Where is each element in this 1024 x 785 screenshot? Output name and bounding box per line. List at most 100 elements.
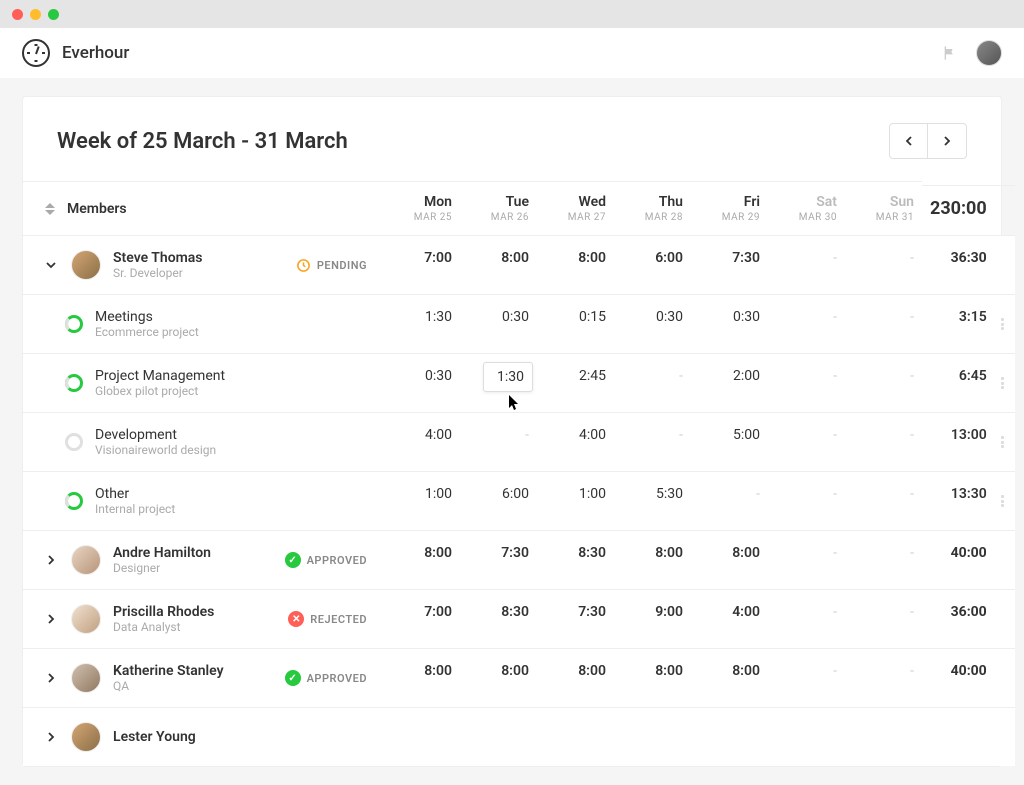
next-week-button[interactable] (928, 124, 966, 158)
time-cell[interactable]: 0:30 (460, 294, 537, 353)
time-cell[interactable]: - (768, 589, 845, 648)
task-row[interactable]: Project ManagementGlobex pilot project (23, 353, 383, 412)
time-cell[interactable]: - (768, 648, 845, 707)
collapse-icon[interactable] (43, 257, 59, 273)
time-cell[interactable]: 8:00 (614, 530, 691, 589)
time-cell[interactable]: 6:00 (614, 235, 691, 294)
time-cell[interactable] (845, 707, 922, 766)
time-cell[interactable]: - (460, 412, 537, 471)
expand-icon[interactable] (43, 611, 59, 627)
time-cell[interactable]: 8:00 (537, 235, 614, 294)
task-row[interactable]: OtherInternal project (23, 471, 383, 530)
time-cell[interactable]: - (845, 471, 922, 530)
window-close-icon[interactable] (12, 9, 23, 20)
time-cell[interactable] (460, 707, 537, 766)
time-cell[interactable]: 4:00 (537, 412, 614, 471)
sort-icon[interactable] (45, 202, 57, 216)
time-cell[interactable]: 0:30 (691, 294, 768, 353)
time-cell[interactable] (383, 707, 460, 766)
member-name: Steve Thomas (113, 250, 203, 266)
time-cell[interactable]: 4:00 (691, 589, 768, 648)
time-cell[interactable]: 5:00 (691, 412, 768, 471)
time-cell[interactable]: 4:00 (383, 412, 460, 471)
time-cell[interactable]: - (845, 530, 922, 589)
time-cell[interactable]: 2:00 (691, 353, 768, 412)
time-cell[interactable] (537, 707, 614, 766)
time-cell[interactable]: 7:30 (537, 589, 614, 648)
window-maximize-icon[interactable] (48, 9, 59, 20)
time-cell[interactable]: 5:30 (614, 471, 691, 530)
time-cell[interactable]: - (768, 353, 845, 412)
task-project: Internal project (95, 502, 175, 516)
time-cell[interactable]: - (768, 412, 845, 471)
time-cell[interactable]: 8:00 (614, 648, 691, 707)
time-cell[interactable]: 0:30 (614, 294, 691, 353)
time-cell[interactable]: 8:00 (383, 530, 460, 589)
time-cell[interactable]: 1:30 (383, 294, 460, 353)
time-cell[interactable]: - (845, 353, 922, 412)
time-cell[interactable] (768, 707, 845, 766)
time-cell[interactable]: 8:00 (460, 648, 537, 707)
time-cell[interactable]: 7:30 (691, 235, 768, 294)
time-cell[interactable]: 1:00 (537, 471, 614, 530)
time-cell[interactable]: - (691, 471, 768, 530)
time-cell[interactable]: 9:00 (614, 589, 691, 648)
time-cell[interactable]: - (614, 412, 691, 471)
time-input[interactable]: 1:30 (483, 362, 533, 392)
member-row[interactable]: Andre HamiltonDesigner✓APPROVED (23, 530, 383, 589)
time-cell[interactable]: - (845, 412, 922, 471)
time-cell[interactable]: 1:30 (460, 353, 537, 412)
time-cell[interactable]: - (845, 235, 922, 294)
drag-handle-icon[interactable] (1001, 318, 1005, 330)
time-cell[interactable]: 8:00 (537, 648, 614, 707)
member-name: Priscilla Rhodes (113, 604, 214, 620)
member-row[interactable]: Katherine StanleyQA✓APPROVED (23, 648, 383, 707)
member-row[interactable]: Steve ThomasSr. DeveloperPENDING (23, 235, 383, 294)
time-cell[interactable]: 6:00 (460, 471, 537, 530)
user-avatar[interactable] (976, 40, 1002, 66)
time-cell[interactable]: 8:00 (383, 648, 460, 707)
week-nav (889, 123, 967, 159)
time-cell[interactable]: - (768, 235, 845, 294)
time-cell[interactable]: 7:00 (383, 235, 460, 294)
time-cell[interactable]: 8:30 (460, 589, 537, 648)
brand[interactable]: Everhour (22, 39, 129, 67)
progress-icon (65, 374, 83, 392)
time-cell[interactable]: 8:00 (691, 648, 768, 707)
time-cell[interactable]: - (845, 589, 922, 648)
task-row[interactable]: DevelopmentVisionaireworld design (23, 412, 383, 471)
member-name: Andre Hamilton (113, 545, 211, 561)
task-row[interactable]: MeetingsEcommerce project (23, 294, 383, 353)
member-row[interactable]: Priscilla RhodesData Analyst✕REJECTED (23, 589, 383, 648)
expand-icon[interactable] (43, 729, 59, 745)
expand-icon[interactable] (43, 670, 59, 686)
expand-icon[interactable] (43, 552, 59, 568)
time-cell[interactable]: - (768, 530, 845, 589)
time-cell[interactable]: 8:30 (537, 530, 614, 589)
time-cell[interactable]: - (845, 294, 922, 353)
time-cell[interactable]: 7:30 (460, 530, 537, 589)
time-cell[interactable]: 0:30 (383, 353, 460, 412)
member-row[interactable]: Lester Young (23, 707, 383, 766)
time-cell[interactable] (614, 707, 691, 766)
time-cell[interactable]: 0:15 (537, 294, 614, 353)
progress-icon (65, 492, 83, 510)
drag-handle-icon[interactable] (1001, 377, 1005, 389)
time-cell[interactable]: 2:45 (537, 353, 614, 412)
prev-week-button[interactable] (890, 124, 928, 158)
time-cell[interactable] (691, 707, 768, 766)
time-cell[interactable]: 8:00 (691, 530, 768, 589)
time-cell[interactable]: 7:00 (383, 589, 460, 648)
drag-handle-icon[interactable] (1001, 436, 1005, 448)
time-cell[interactable]: - (768, 471, 845, 530)
window-minimize-icon[interactable] (30, 9, 41, 20)
time-cell[interactable]: 8:00 (460, 235, 537, 294)
time-cell[interactable]: - (845, 648, 922, 707)
row-total: 36:30 (922, 235, 1015, 294)
members-header[interactable]: Members (23, 181, 383, 235)
time-cell[interactable]: - (614, 353, 691, 412)
time-cell[interactable]: 1:00 (383, 471, 460, 530)
drag-handle-icon[interactable] (1001, 495, 1005, 507)
time-cell[interactable]: - (768, 294, 845, 353)
flag-icon[interactable] (942, 45, 958, 61)
